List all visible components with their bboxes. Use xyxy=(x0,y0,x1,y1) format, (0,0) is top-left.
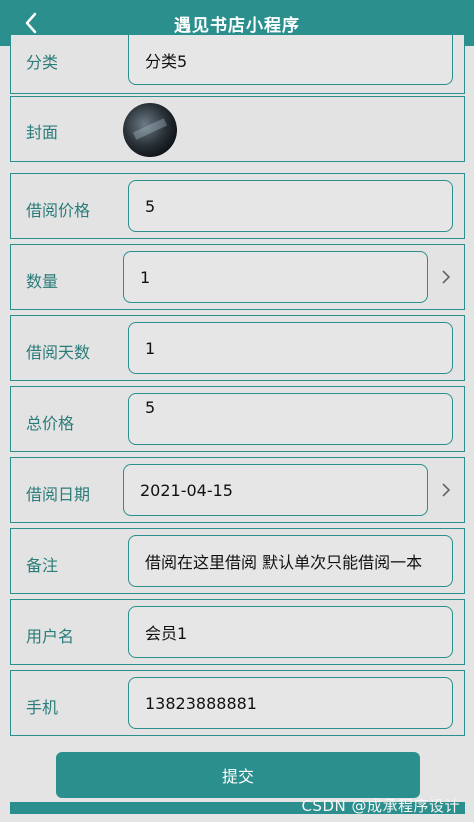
borrow-date-picker[interactable]: 2021-04-15 xyxy=(123,464,428,516)
form-row-quantity: 数量 1 xyxy=(10,244,465,310)
username-field[interactable]: 会员1 xyxy=(128,606,453,658)
remark-label: 备注 xyxy=(26,556,59,575)
borrow-price-field[interactable]: 5 xyxy=(128,180,453,232)
category-label: 分类 xyxy=(26,53,59,72)
total-price-field[interactable]: 5 xyxy=(128,393,453,445)
quantity-picker[interactable]: 1 xyxy=(123,251,428,303)
category-field[interactable]: 分类5 xyxy=(128,35,453,85)
form-row-category: 分类 分类5 xyxy=(10,34,465,94)
form-row-borrow-price: 借阅价格 5 xyxy=(10,173,465,239)
quantity-label: 数量 xyxy=(26,272,59,291)
remark-field[interactable]: 借阅在这里借阅 默认单次只能借阅一本 xyxy=(128,535,453,587)
borrow-days-label: 借阅天数 xyxy=(26,343,91,362)
submit-button[interactable]: 提交 xyxy=(56,752,420,798)
phone-field[interactable]: 13823888881 xyxy=(128,677,453,729)
phone-label: 手机 xyxy=(26,698,59,717)
form-row-borrow-date: 借阅日期 2021-04-15 xyxy=(10,457,465,523)
username-label: 用户名 xyxy=(26,627,75,646)
chevron-right-icon[interactable] xyxy=(440,482,452,498)
cover-label: 封面 xyxy=(26,123,59,142)
form-row-cover: 封面 xyxy=(10,96,465,162)
borrow-days-field[interactable]: 1 xyxy=(128,322,453,374)
form-row-username: 用户名 会员1 xyxy=(10,599,465,665)
watermark: CSDN @成承程序设计 xyxy=(301,797,460,815)
form-row-total-price: 总价格 5 xyxy=(10,386,465,452)
total-price-label: 总价格 xyxy=(26,414,75,433)
chevron-right-icon[interactable] xyxy=(440,269,452,285)
form-row-remark: 备注 借阅在这里借阅 默认单次只能借阅一本 xyxy=(10,528,465,594)
cover-image[interactable] xyxy=(123,103,177,157)
borrow-date-label: 借阅日期 xyxy=(26,485,91,504)
form-row-borrow-days: 借阅天数 1 xyxy=(10,315,465,381)
form-row-phone: 手机 13823888881 xyxy=(10,670,465,736)
page-title: 遇见书店小程序 xyxy=(174,16,300,36)
borrow-price-label: 借阅价格 xyxy=(26,201,91,220)
